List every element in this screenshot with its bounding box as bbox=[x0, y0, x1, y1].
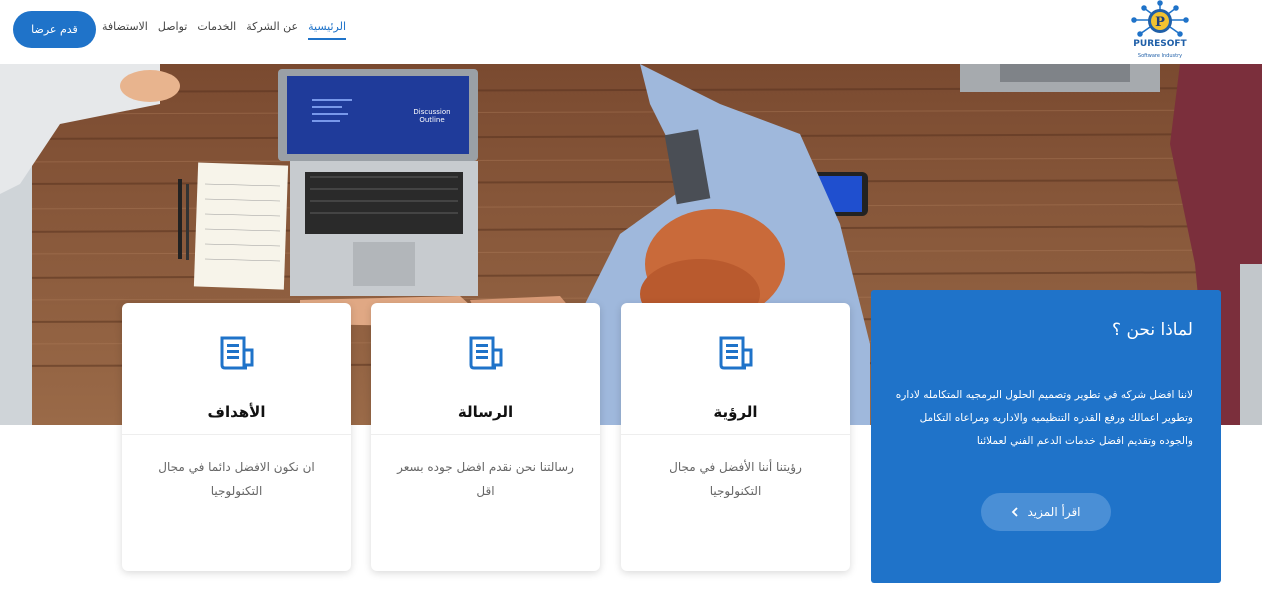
document-icon bbox=[220, 336, 254, 370]
card-divider bbox=[371, 434, 600, 435]
request-offer-button[interactable]: قدم عرضا bbox=[13, 11, 96, 48]
mission-text: رسالتنا نحن نقدم افضل جوده بسعر اقل bbox=[397, 460, 574, 498]
nav-item-home[interactable]: الرئيسية bbox=[308, 20, 346, 40]
svg-text:Software Industry: Software Industry bbox=[1138, 53, 1182, 59]
nav-item-services[interactable]: الخدمات bbox=[197, 20, 236, 40]
why-us-panel: لماذا نحن ؟ لاننا افضل شركه في تطوير وتص… bbox=[871, 290, 1221, 583]
card-divider bbox=[122, 434, 351, 435]
goals-card: الأهداف ان نكون الافضل دائما في مجال الت… bbox=[122, 303, 351, 571]
vision-title: الرؤية bbox=[713, 403, 758, 421]
page: قدم عرضا الرئيسية عن الشركة الخدمات تواص… bbox=[0, 0, 1262, 601]
mission-title: الرسالة bbox=[457, 403, 514, 421]
svg-text:P: P bbox=[1155, 15, 1165, 30]
logo-graphic: P PURESOFT Software Industry bbox=[1131, 0, 1189, 59]
svg-text:PURESOFT: PURESOFT bbox=[1133, 39, 1187, 49]
document-icon bbox=[469, 336, 503, 370]
read-more-button[interactable]: اقرأ المزيد bbox=[981, 493, 1111, 531]
why-us-text: لاننا افضل شركه في تطوير وتصميم الحلول ا… bbox=[895, 389, 1193, 447]
nav-item-contact[interactable]: تواصل bbox=[158, 20, 187, 40]
goals-title: الأهداف bbox=[207, 403, 266, 421]
vision-text: رؤيتنا أننا الأفضل في مجال التكنولوجيا bbox=[669, 460, 802, 498]
why-us-title: لماذا نحن ؟ bbox=[1112, 320, 1193, 340]
nav-item-hosting[interactable]: الاستضافة bbox=[102, 20, 148, 40]
header: قدم عرضا الرئيسية عن الشركة الخدمات تواص… bbox=[0, 0, 1262, 64]
svg-text:Outline: Outline bbox=[419, 116, 444, 124]
goals-text: ان نكون الافضل دائما في مجال التكنولوجيا bbox=[158, 460, 315, 498]
main-nav: الرئيسية عن الشركة الخدمات تواصل الاستضا… bbox=[102, 20, 346, 40]
card-divider bbox=[621, 434, 850, 435]
read-more-label: اقرأ المزيد bbox=[1027, 505, 1081, 519]
svg-text:Discussion: Discussion bbox=[413, 108, 450, 116]
chevron-left-icon bbox=[1012, 507, 1019, 517]
company-logo[interactable]: P PURESOFT Software Industry bbox=[1124, 0, 1196, 62]
nav-item-about[interactable]: عن الشركة bbox=[246, 20, 298, 40]
mission-card: الرسالة رسالتنا نحن نقدم افضل جوده بسعر … bbox=[371, 303, 600, 571]
vision-card: الرؤية رؤيتنا أننا الأفضل في مجال التكنو… bbox=[621, 303, 850, 571]
document-icon bbox=[719, 336, 753, 370]
